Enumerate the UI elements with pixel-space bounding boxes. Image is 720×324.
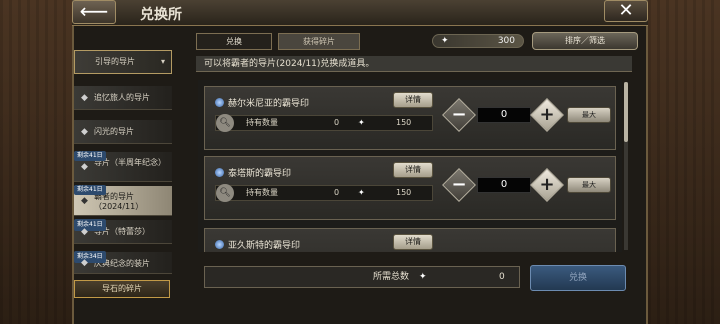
exchange-item-card: 赫尔米尼亚的霸导印 详情 🔍︎ 持有数量 0 ✦ 150 − 0 + 最大 xyxy=(204,86,616,150)
diamond-icon: ◆ xyxy=(81,226,88,237)
details-button[interactable]: 详情 xyxy=(393,162,433,178)
shard-icon: ✦ xyxy=(358,118,365,127)
owned-count: 0 xyxy=(334,188,340,197)
sidebar-item-shards[interactable]: 导石的碎片 xyxy=(74,280,170,298)
close-button[interactable]: ✕ xyxy=(604,0,648,22)
list-scrollbar[interactable] xyxy=(624,82,628,250)
max-button[interactable]: 最大 xyxy=(567,177,611,193)
exchange-button[interactable]: 兑换 xyxy=(530,265,626,291)
sidebar-item-label: 引导的导片 xyxy=(95,57,135,66)
chevron-down-icon: ▾ xyxy=(160,57,165,66)
item-name: 赫尔米尼亚的霸导印 xyxy=(228,99,310,109)
currency-amount: 300 xyxy=(497,36,515,46)
gem-icon xyxy=(215,240,224,249)
exchange-item-card: 亚久斯特的霸导印 详情 xyxy=(204,228,616,252)
max-button[interactable]: 最大 xyxy=(567,107,611,123)
sidebar-item-overlord[interactable]: 剩余41日 ◆ 霸者的导片（2024/11） xyxy=(74,185,172,216)
holding-label: 持有数量 xyxy=(246,188,278,197)
total-required: 所需总数 ✦ 0 xyxy=(204,266,520,288)
holding-label: 持有数量 xyxy=(246,118,278,127)
diamond-icon: ◆ xyxy=(81,161,88,172)
close-icon: ✕ xyxy=(618,0,634,21)
minus-icon: − xyxy=(451,174,467,195)
holding-row: 🔍︎ 持有数量 0 ✦ 150 xyxy=(215,114,433,132)
sidebar-item-label: 闪光的导片 xyxy=(94,127,134,136)
gem-icon xyxy=(215,98,224,107)
back-arrow-icon: ⟵ xyxy=(79,0,109,23)
tab-exchange[interactable]: 兑换 xyxy=(196,33,272,50)
tab-get-shards[interactable]: 获得碎片 xyxy=(278,33,360,50)
item-name: 泰塔斯的霸导印 xyxy=(228,169,292,179)
quantity-field[interactable]: 0 xyxy=(477,177,531,193)
item-name-row: 赫尔米尼亚的霸导印 xyxy=(215,96,309,109)
page-title: 兑换所 xyxy=(140,7,182,23)
price-value: 150 xyxy=(396,118,412,127)
owned-count: 0 xyxy=(334,118,340,127)
sidebar-item-teresa[interactable]: 剩余41日 ◆ 导片（特蕾莎） xyxy=(74,219,172,244)
gem-icon xyxy=(215,168,224,177)
scrollbar-thumb[interactable] xyxy=(624,82,628,142)
plus-icon: + xyxy=(539,104,555,125)
diamond-icon: ◆ xyxy=(81,195,88,206)
item-name: 亚久斯特的霸导印 xyxy=(228,241,301,251)
sidebar-item-guided[interactable]: 引导的导片 ▾ xyxy=(74,50,172,74)
sidebar-item-shining[interactable]: ◆ 闪光的导片 xyxy=(74,120,172,144)
item-list: 赫尔米尼亚的霸导印 详情 🔍︎ 持有数量 0 ✦ 150 − 0 + 最大 泰塔… xyxy=(198,80,622,252)
price-value: 150 xyxy=(396,188,412,197)
holding-row: 🔍︎ 持有数量 0 ✦ 150 xyxy=(215,184,433,202)
sidebar-item-half-anniversary[interactable]: 剩余41日 ◆ 导片（半周年纪念） xyxy=(74,151,172,182)
sidebar: 引导的导片 ▾ ◆ 追忆旅人的导片 ◆ 闪光的导片 剩余41日 ◆ 导片（半周年… xyxy=(74,40,174,298)
details-button[interactable]: 详情 xyxy=(393,92,433,108)
exchange-item-card: 泰塔斯的霸导印 详情 🔍︎ 持有数量 0 ✦ 150 − 0 + 最大 xyxy=(204,156,616,220)
sidebar-item-memory[interactable]: ◆ 追忆旅人的导片 xyxy=(74,86,172,110)
diamond-icon: ◆ xyxy=(81,92,88,103)
magnifier-icon[interactable]: 🔍︎ xyxy=(216,184,234,202)
shard-icon: ✦ xyxy=(441,36,449,46)
exchange-notice: 可以将霸者的导片(2024/11)兑换成道具。 xyxy=(196,56,632,72)
sidebar-item-celebration[interactable]: 剩余34日 ◆ 庆典纪念的装片 xyxy=(74,251,172,274)
remaining-days-badge: 剩余41日 xyxy=(74,219,106,231)
remaining-days-badge: 剩余34日 xyxy=(74,251,106,263)
minus-icon: − xyxy=(451,104,467,125)
details-button[interactable]: 详情 xyxy=(393,234,433,250)
plus-icon: + xyxy=(539,174,555,195)
back-button[interactable]: ⟵ xyxy=(72,0,116,24)
remaining-days-badge: 剩余41日 xyxy=(74,185,106,195)
magnifier-icon[interactable]: 🔍︎ xyxy=(216,114,234,132)
sidebar-item-label: 追忆旅人的导片 xyxy=(94,93,150,102)
shard-icon: ✦ xyxy=(358,188,365,197)
total-label: 所需总数 xyxy=(373,272,410,282)
remaining-days-badge: 剩余41日 xyxy=(74,151,106,161)
currency-display: ✦ 300 xyxy=(432,34,524,48)
sort-filter-button[interactable]: 排序／筛选 xyxy=(532,32,638,50)
quantity-field[interactable]: 0 xyxy=(477,107,531,123)
total-value: 0 xyxy=(499,272,505,282)
item-name-row: 泰塔斯的霸导印 xyxy=(215,166,291,179)
item-name-row: 亚久斯特的霸导印 xyxy=(215,238,300,251)
diamond-icon: ◆ xyxy=(81,257,88,268)
shard-icon: ✦ xyxy=(419,272,427,282)
diamond-icon: ◆ xyxy=(81,126,88,137)
